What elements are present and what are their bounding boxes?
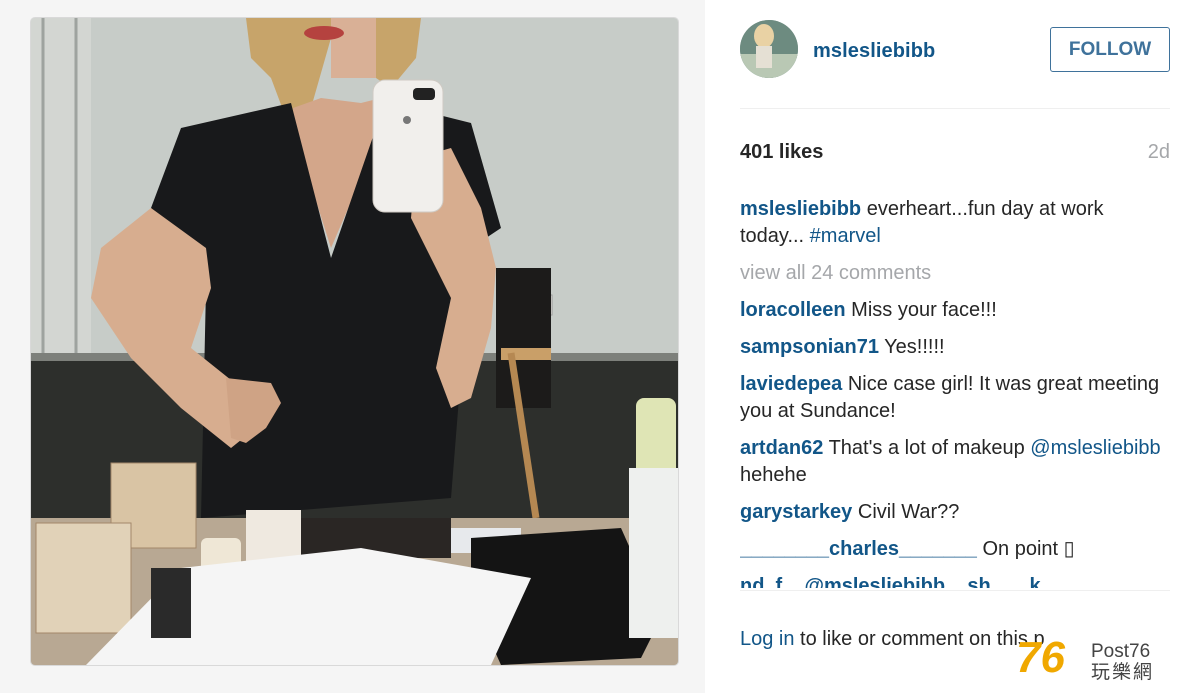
comment-item: laviedepea Nice case girl! It was great … xyxy=(740,371,1170,425)
photo-pane xyxy=(0,0,705,693)
post-timestamp[interactable]: 2d xyxy=(1148,141,1170,164)
login-prompt-text: to like or comment on this p xyxy=(794,628,1045,650)
comment-item: loracolleen Miss your face!!! xyxy=(740,297,1170,324)
comments-list: mslesliebibb everheart...fun day at work… xyxy=(740,196,1170,588)
follow-button[interactable]: FOLLOW xyxy=(1050,27,1170,72)
comment-item: ________charles_______ On point ▯ xyxy=(740,536,1170,563)
avatar[interactable] xyxy=(740,20,798,78)
post-sidebar: mslesliebibb FOLLOW 401 likes 2d mslesli… xyxy=(705,0,1186,693)
comment-user[interactable]: ________charles_______ xyxy=(740,538,977,560)
comment-user[interactable]: loracolleen xyxy=(740,299,846,321)
post-header: mslesliebibb FOLLOW xyxy=(740,20,1170,80)
comment-item: garystarkey Civil War?? xyxy=(740,499,1170,526)
post-username[interactable]: mslesliebibb xyxy=(813,40,935,63)
login-prompt: Log in to like or comment on this p xyxy=(740,628,1045,651)
comment-user[interactable]: garystarkey xyxy=(740,501,852,523)
comment-user[interactable]: artdan62 xyxy=(740,437,823,459)
comment-item: sampsonian71 Yes!!!!! xyxy=(740,334,1170,361)
comment-text: That's a lot of makeup xyxy=(828,437,1031,459)
watermark-brand: Post76 xyxy=(1091,641,1151,662)
comment-text: Civil War?? xyxy=(857,501,960,523)
watermark-logo: 76 Post76 玩樂網 xyxy=(1016,636,1171,688)
mention-link[interactable]: @mslesliebibb xyxy=(1030,437,1160,459)
likes-count[interactable]: 401 likes xyxy=(740,141,823,164)
post-photo[interactable] xyxy=(31,18,678,665)
caption-user[interactable]: mslesliebibb xyxy=(740,198,861,220)
partial-comment: nd_f... @mslesliebibb ...sh... ...k... xyxy=(740,575,1058,588)
comment-user[interactable]: laviedepea xyxy=(740,373,842,395)
watermark-number: 76 xyxy=(1016,633,1065,682)
comment-text: Miss your face!!! xyxy=(851,299,997,321)
caption: mslesliebibb everheart...fun day at work… xyxy=(740,196,1170,250)
comment-text: On point ▯ xyxy=(982,538,1075,560)
login-link[interactable]: Log in xyxy=(740,628,795,650)
comment-item: artdan62 That's a lot of makeup @mslesli… xyxy=(740,435,1170,489)
view-all-comments-link[interactable]: view all 24 comments xyxy=(740,260,1170,287)
hashtag-link[interactable]: #marvel xyxy=(810,225,881,247)
comment-text: Yes!!!!! xyxy=(884,336,945,358)
comment-text-after: hehehe xyxy=(740,464,807,486)
divider xyxy=(740,590,1170,591)
comment-user[interactable]: sampsonian71 xyxy=(740,336,879,358)
divider xyxy=(740,108,1170,109)
watermark-chinese: 玩樂網 xyxy=(1091,662,1155,683)
